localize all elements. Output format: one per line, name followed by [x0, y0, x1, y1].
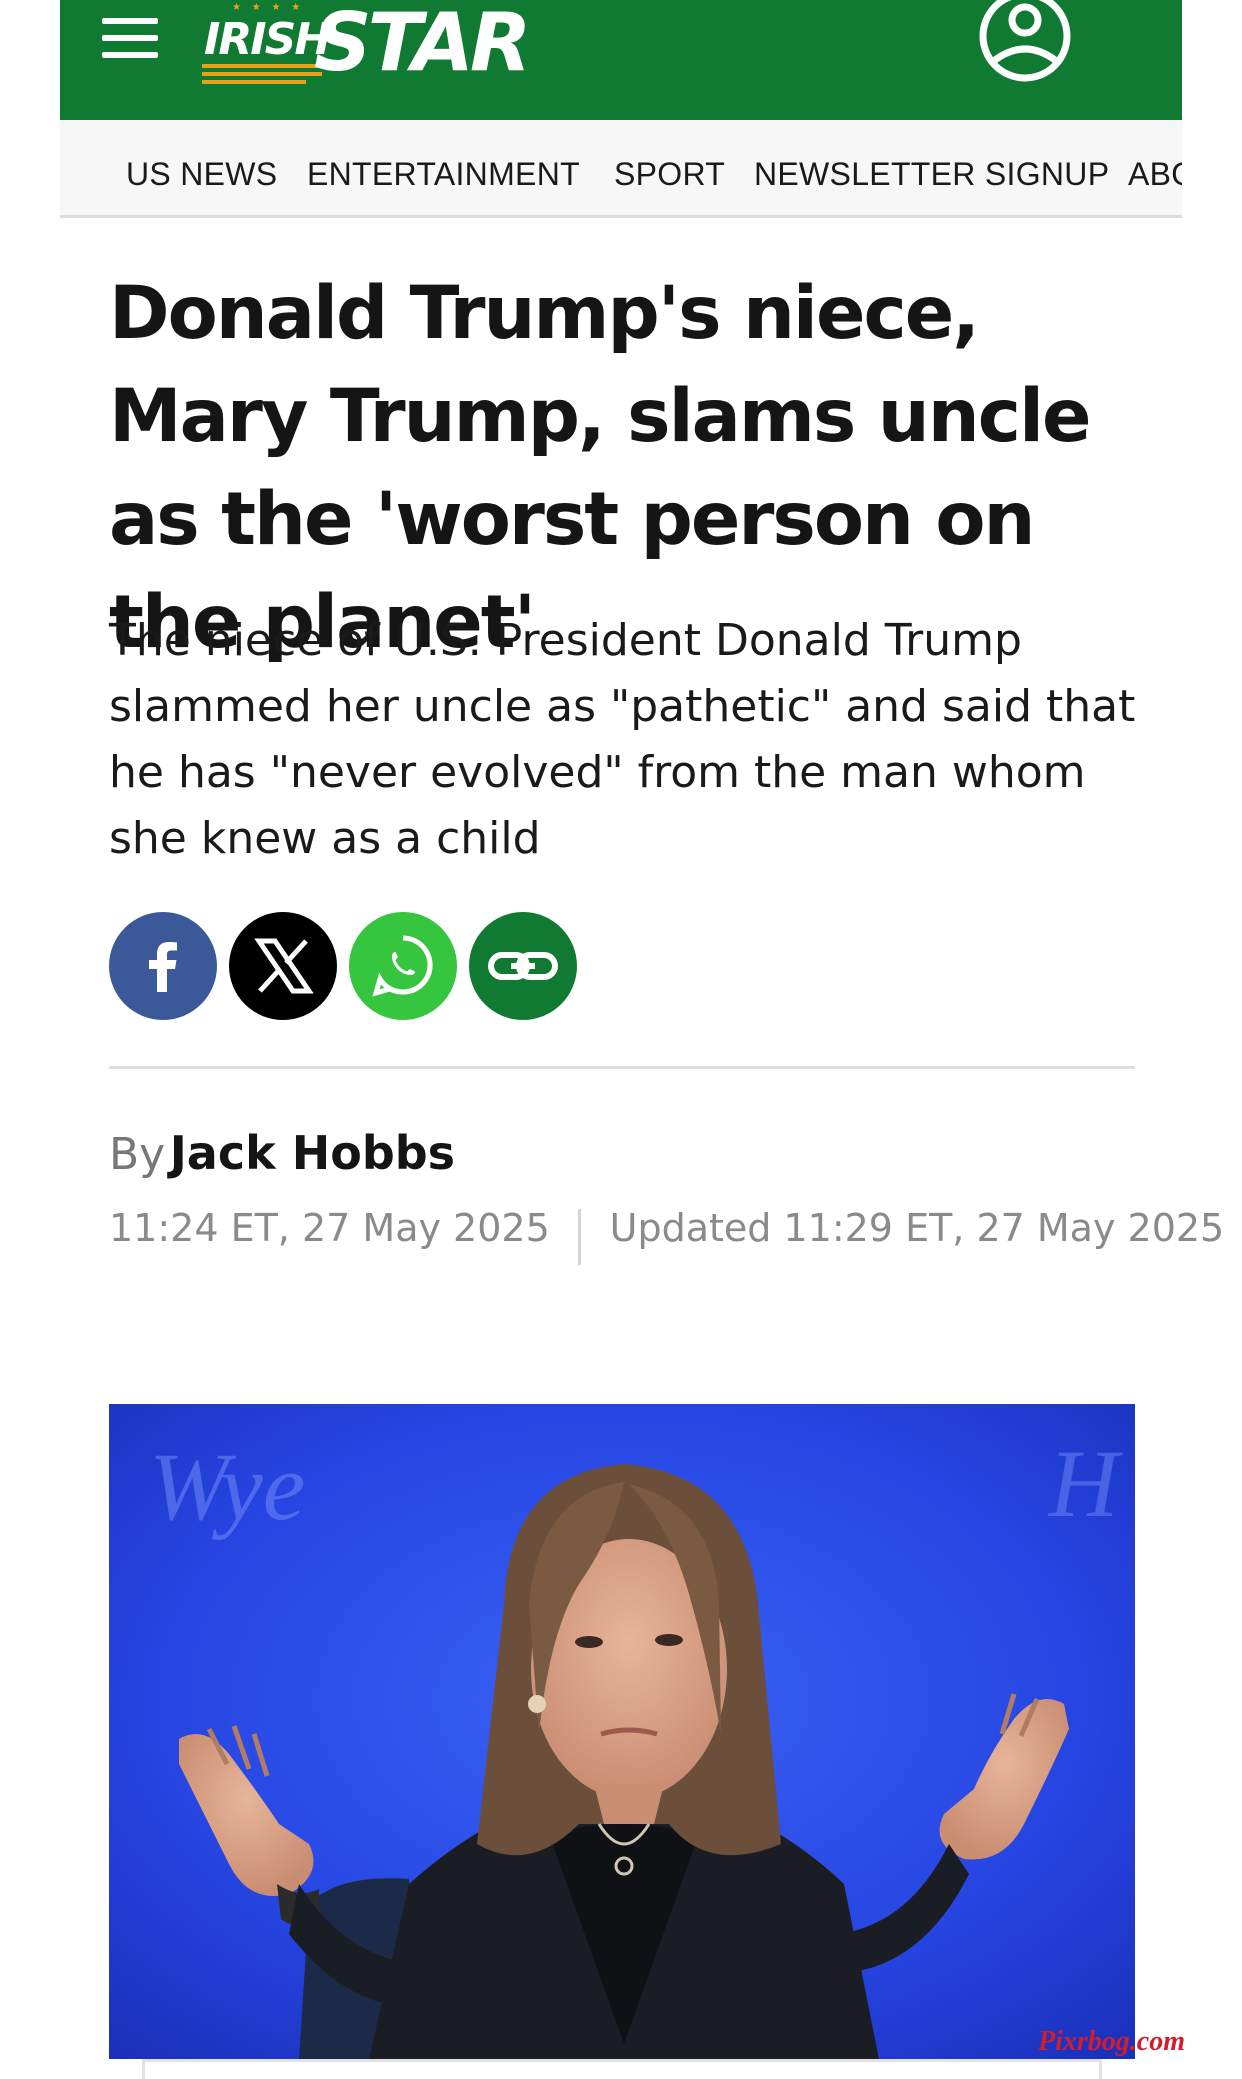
svg-text:H: H: [1047, 1430, 1123, 1537]
share-facebook-button[interactable]: [109, 912, 217, 1020]
author-link[interactable]: Jack Hobbs: [170, 1126, 455, 1180]
copy-link-button[interactable]: [469, 912, 577, 1020]
share-x-button[interactable]: [229, 912, 337, 1020]
updated-date: Updated 11:29 ET, 27 May 2025: [609, 1206, 1225, 1250]
site-logo[interactable]: ★ ★ ★ ★ IRISH STAR: [202, 0, 531, 89]
article-dates: 11:24 ET, 27 May 2025 Updated 11:29 ET, …: [109, 1206, 1224, 1265]
site-header: ★ ★ ★ ★ IRISH STAR: [60, 0, 1182, 120]
hamburger-menu-icon[interactable]: [102, 18, 158, 60]
nav-item-about-us[interactable]: ABOUT US: [1128, 156, 1182, 193]
article-standfirst: The niece of U.S. President Donald Trump…: [109, 615, 1136, 864]
logo-text-star: STAR: [314, 0, 531, 89]
user-account-icon[interactable]: [977, 0, 1073, 84]
x-twitter-icon: [254, 938, 314, 994]
section-nav: US NEWS ENTERTAINMENT SPORT NEWSLETTER S…: [60, 120, 1182, 218]
nav-item-sport[interactable]: SPORT: [614, 156, 725, 193]
nav-item-us-news[interactable]: US NEWS: [126, 156, 277, 193]
share-whatsapp-button[interactable]: [349, 912, 457, 1020]
nav-item-entertainment[interactable]: ENTERTAINMENT: [307, 156, 580, 193]
byline-prefix: By: [109, 1129, 166, 1180]
image-caption-box: [142, 2059, 1102, 2079]
byline: By Jack Hobbs: [109, 1126, 455, 1186]
hero-image[interactable]: Wye H: [109, 1404, 1135, 2059]
watermark-text: Pixrbog.com: [1038, 2026, 1185, 2057]
section-divider: [109, 1066, 1135, 1069]
whatsapp-icon: [372, 935, 433, 997]
copy-link-icon: [488, 952, 558, 980]
article-page: ★ ★ ★ ★ IRISH STAR US NEWS ENTERTAINMENT…: [60, 0, 1224, 2079]
svg-text:Wye: Wye: [149, 1433, 305, 1540]
date-separator: [578, 1208, 582, 1265]
nav-item-newsletter-signup[interactable]: NEWSLETTER SIGNUP: [754, 156, 1109, 193]
logo-text-irish: IRISH: [204, 14, 331, 65]
facebook-icon: [149, 942, 177, 992]
published-date: 11:24 ET, 27 May 2025: [109, 1206, 550, 1250]
